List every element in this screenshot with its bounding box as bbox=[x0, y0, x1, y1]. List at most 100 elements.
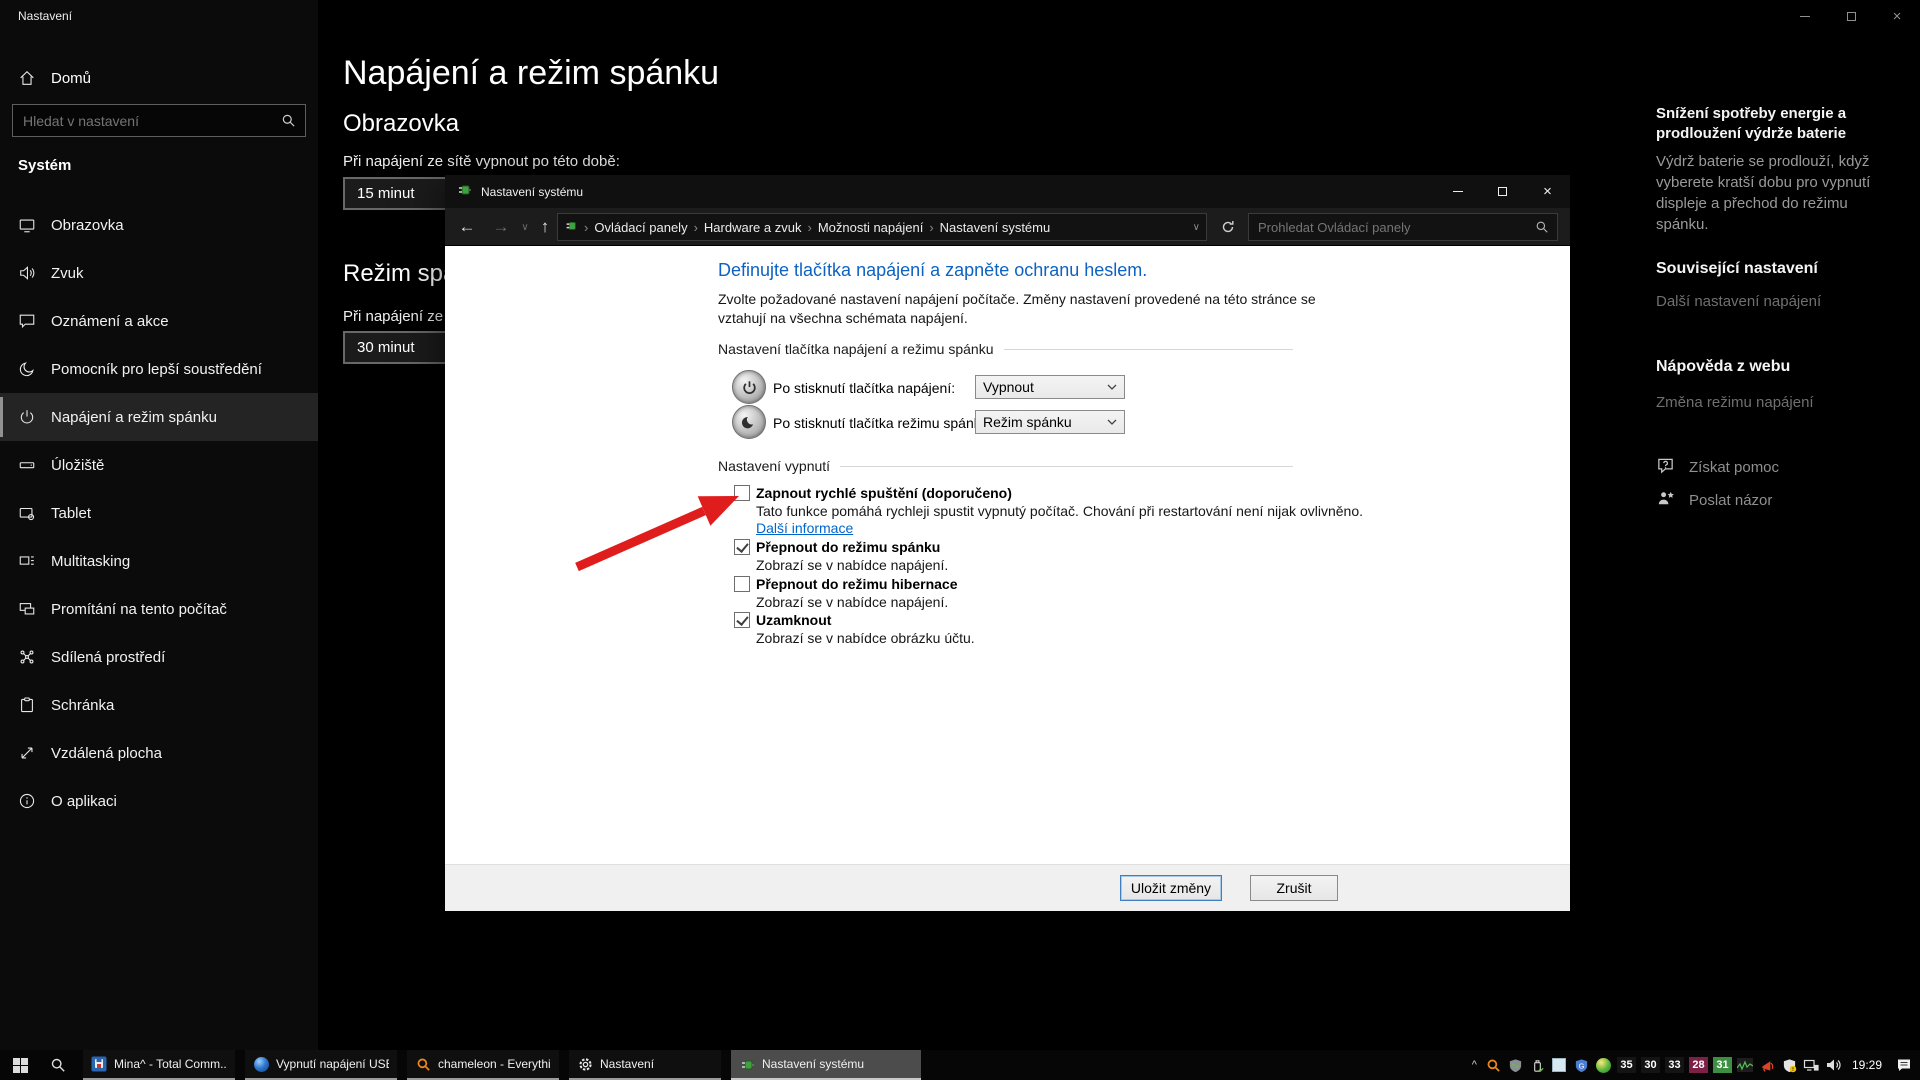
tray-temp-badge-4[interactable]: 28 bbox=[1688, 1057, 1708, 1073]
sidebar-item-obrazovka[interactable]: Obrazovka bbox=[0, 201, 318, 249]
shared-experiences-icon bbox=[18, 648, 36, 666]
settings-gear-icon bbox=[577, 1056, 593, 1072]
group-power-buttons: Nastavení tlačítka napájení a režimu spá… bbox=[718, 341, 1303, 357]
save-changes-button[interactable]: Uložit změny bbox=[1120, 875, 1222, 901]
tray-temp-badge-1[interactable]: 35 bbox=[1616, 1057, 1636, 1073]
get-help-link[interactable]: Získat pomoc bbox=[1656, 456, 1779, 479]
tray-expand-chevron[interactable]: ^ bbox=[1472, 1059, 1477, 1071]
tray-temp-badge-5[interactable]: 31 bbox=[1712, 1057, 1732, 1073]
taskbar-button-total-commander[interactable]: Mina^ - Total Comm... bbox=[83, 1050, 235, 1080]
system-tray: ^ G 35 30 33 28 31 19:29 bbox=[1472, 1050, 1912, 1080]
sidebar-item-promitani[interactable]: Promítání na tento počítač bbox=[0, 585, 318, 633]
tray-notification-icon[interactable] bbox=[1895, 1057, 1912, 1074]
settings-minimize-button[interactable] bbox=[1782, 0, 1828, 32]
cancel-button[interactable]: Zrušit bbox=[1250, 875, 1338, 901]
tray-monitor-graph-icon[interactable] bbox=[1737, 1057, 1754, 1074]
settings-search-input[interactable] bbox=[13, 112, 281, 129]
tray-usb-icon[interactable] bbox=[1529, 1057, 1546, 1074]
close-icon: × bbox=[1543, 183, 1552, 200]
taskbar-button-settings[interactable]: Nastavení bbox=[569, 1050, 721, 1080]
breadcrumb-power-options[interactable]: Možnosti napájení bbox=[818, 220, 924, 235]
address-bar[interactable]: › Ovládací panely › Hardware a zvuk › Mo… bbox=[557, 213, 1207, 241]
tray-defender-icon[interactable] bbox=[1781, 1057, 1798, 1074]
tray-alert-horn-icon[interactable] bbox=[1759, 1057, 1776, 1074]
tray-green-sphere-icon[interactable] bbox=[1595, 1057, 1612, 1074]
breadcrumb-control-panel[interactable]: Ovládací panely bbox=[594, 220, 687, 235]
forward-button[interactable]: → bbox=[485, 208, 517, 246]
settings-restore-button[interactable] bbox=[1828, 0, 1874, 32]
focus-assist-icon bbox=[18, 360, 36, 378]
dialog-minimize-button[interactable] bbox=[1435, 175, 1480, 208]
tray-volume-icon[interactable] bbox=[1825, 1057, 1842, 1074]
breadcrumb-hardware-sound[interactable]: Hardware a zvuk bbox=[704, 220, 802, 235]
taskbar-search-button[interactable] bbox=[40, 1050, 76, 1080]
multitasking-icon bbox=[18, 552, 36, 570]
sleep-menu-checkbox[interactable] bbox=[734, 539, 750, 555]
tray-clock[interactable]: 19:29 bbox=[1852, 1058, 1882, 1072]
sidebar-section-title: Systém bbox=[18, 157, 72, 174]
sidebar-item-uloziste[interactable]: Úložiště bbox=[0, 441, 318, 489]
dialog-close-button[interactable]: × bbox=[1525, 175, 1570, 208]
sidebar-item-schranka[interactable]: Schránka bbox=[0, 681, 318, 729]
up-button[interactable]: ↑ bbox=[533, 208, 557, 246]
power-icon bbox=[18, 408, 36, 426]
tablet-icon bbox=[18, 504, 36, 522]
tray-everything-icon[interactable] bbox=[1485, 1057, 1502, 1074]
fast-startup-checkbox[interactable] bbox=[734, 485, 750, 501]
taskbar-button-browser[interactable]: Vypnutí napájení USB... bbox=[245, 1050, 397, 1080]
remote-desktop-icon bbox=[18, 744, 36, 762]
search-icon[interactable] bbox=[281, 113, 296, 128]
home-label: Domů bbox=[51, 69, 92, 87]
tray-antivirus-shield-icon[interactable] bbox=[1507, 1057, 1524, 1074]
dialog-maximize-button[interactable] bbox=[1480, 175, 1525, 208]
more-info-link[interactable]: Další informace bbox=[756, 520, 853, 536]
feedback-icon bbox=[1656, 489, 1675, 512]
breadcrumb-separator: › bbox=[807, 219, 812, 235]
settings-close-button[interactable]: × bbox=[1874, 0, 1920, 32]
sidebar-item-home[interactable]: Domů bbox=[0, 56, 318, 100]
refresh-button[interactable] bbox=[1213, 213, 1243, 241]
tray-temp-badge-2[interactable]: 30 bbox=[1640, 1057, 1660, 1073]
history-chevron-icon[interactable]: ∨ bbox=[517, 208, 533, 246]
sidebar-items: Obrazovka Zvuk Oznámení a akce Pomocník … bbox=[0, 201, 318, 825]
sidebar-item-napajeni[interactable]: Napájení a režim spánku bbox=[0, 393, 318, 441]
send-feedback-link[interactable]: Poslat názor bbox=[1656, 489, 1772, 512]
breadcrumb-system-settings[interactable]: Nastavení systému bbox=[940, 220, 1051, 235]
search-icon[interactable] bbox=[1535, 220, 1549, 234]
taskbar-button-everything[interactable]: chameleon - Everythi... bbox=[407, 1050, 559, 1080]
sidebar-item-tablet[interactable]: Tablet bbox=[0, 489, 318, 537]
group-rule bbox=[840, 465, 1293, 467]
lock-menu-checkbox[interactable] bbox=[734, 612, 750, 628]
sidebar-item-multitasking[interactable]: Multitasking bbox=[0, 537, 318, 585]
sidebar-item-pomocnik[interactable]: Pomocník pro lepší soustředění bbox=[0, 345, 318, 393]
energy-tip-title: Snížení spotřeby energie a prodloužení v… bbox=[1656, 105, 1847, 142]
hibernate-menu-checkbox[interactable] bbox=[734, 576, 750, 592]
hibernate-menu-label: Přepnout do režimu hibernace bbox=[756, 576, 958, 592]
sidebar-item-sdilena-prostredi[interactable]: Sdílená prostředí bbox=[0, 633, 318, 681]
sidebar-item-vzdalena-plocha[interactable]: Vzdálená plocha bbox=[0, 729, 318, 777]
sidebar-item-zvuk[interactable]: Zvuk bbox=[0, 249, 318, 297]
group-shutdown-settings: Nastavení vypnutí bbox=[718, 458, 1303, 474]
address-dropdown-chevron-icon[interactable]: ∨ bbox=[1193, 222, 1200, 233]
change-power-mode-link[interactable]: Změna režimu napájení bbox=[1656, 394, 1814, 411]
lock-menu-label: Uzamknout bbox=[756, 612, 832, 628]
settings-right-panel: Snížení spotřeby energie a prodloužení v… bbox=[1656, 32, 1920, 1050]
group-rule bbox=[1003, 348, 1293, 350]
tray-network-icon[interactable] bbox=[1803, 1057, 1820, 1074]
power-button-dropdown[interactable]: Vypnout bbox=[975, 375, 1125, 399]
sleep-button-dropdown[interactable]: Režim spánku bbox=[975, 410, 1125, 434]
taskbar-button-system-settings[interactable]: Nastavení systému bbox=[731, 1050, 921, 1080]
additional-power-settings-link[interactable]: Další nastavení napájení bbox=[1656, 293, 1821, 310]
sidebar-item-o-aplikaci[interactable]: O aplikaci bbox=[0, 777, 318, 825]
tray-app-square-icon[interactable] bbox=[1551, 1057, 1568, 1074]
tray-shield-g-icon[interactable]: G bbox=[1573, 1057, 1590, 1074]
dialog-heading: Definujte tlačítka napájení a zapněte oc… bbox=[718, 260, 1148, 280]
start-button[interactable] bbox=[0, 1050, 40, 1080]
back-button[interactable]: ← bbox=[451, 208, 483, 246]
sidebar-item-oznameni-a-akce[interactable]: Oznámení a akce bbox=[0, 297, 318, 345]
tray-temp-badge-3[interactable]: 33 bbox=[1664, 1057, 1684, 1073]
dialog-titlebar[interactable]: Nastavení systému × bbox=[445, 175, 1570, 208]
page-title: Napájení a režim spánku bbox=[343, 54, 720, 92]
control-panel-search-input[interactable] bbox=[1249, 219, 1535, 235]
settings-window-controls: × bbox=[1782, 0, 1920, 32]
